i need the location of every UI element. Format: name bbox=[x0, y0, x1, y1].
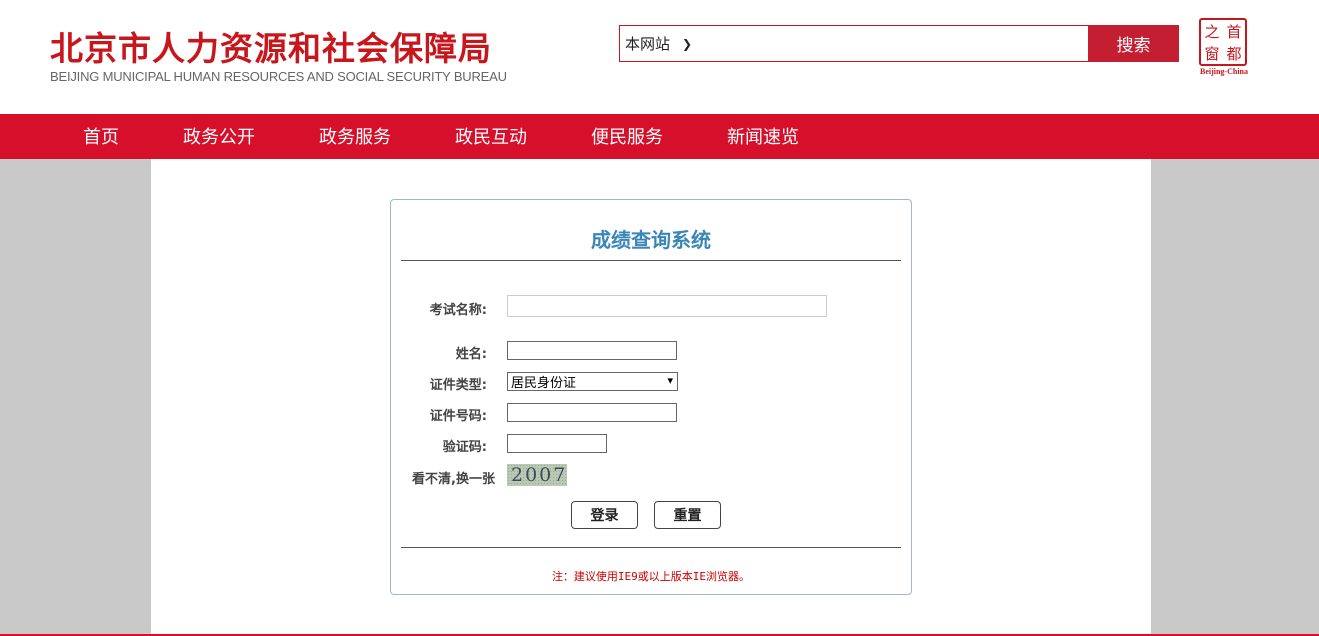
seal-char: 首 bbox=[1226, 22, 1242, 41]
exam-name-label: 考试名称: bbox=[429, 303, 487, 318]
seal-char: 之 bbox=[1204, 22, 1220, 41]
capital-window-seal-logo[interactable]: 之 首 窗 都 Beijing-China bbox=[1196, 18, 1252, 78]
name-field[interactable] bbox=[507, 341, 677, 360]
nav-item-interaction[interactable]: 政民互动 bbox=[455, 114, 527, 159]
search-scope-value: 本网站 bbox=[625, 35, 671, 53]
score-query-panel: 成绩查询系统 考试名称: 姓名: 证件类型: 居民身份证 ▾ 证件号码: 验证码… bbox=[390, 199, 912, 595]
seal-caption: Beijing-China bbox=[1199, 67, 1248, 76]
seal-char: 都 bbox=[1226, 44, 1242, 63]
search-bar: 本网站 ❯ 搜索 bbox=[619, 25, 1179, 62]
id-type-select[interactable]: 居民身份证 ▾ bbox=[507, 372, 678, 391]
nav-item-home[interactable]: 首页 bbox=[83, 114, 119, 159]
site-logo-subtitle: BEIJING MUNICIPAL HUMAN RESOURCES AND SO… bbox=[50, 69, 507, 84]
id-number-label: 证件号码: bbox=[429, 409, 487, 424]
captcha-image-text: 2007 bbox=[511, 464, 567, 486]
divider bbox=[401, 260, 901, 261]
exam-name-field[interactable] bbox=[507, 295, 827, 317]
site-header: 北京市人力资源和社会保障局 BEIJING MUNICIPAL HUMAN RE… bbox=[0, 0, 1319, 114]
captcha-image[interactable]: 2007 bbox=[507, 464, 567, 486]
browser-note: 注：建议使用IE9或以上版本IE浏览器。 bbox=[551, 570, 751, 583]
id-type-value: 居民身份证 bbox=[511, 376, 577, 391]
search-input[interactable] bbox=[712, 26, 1088, 61]
id-type-label: 证件类型: bbox=[429, 378, 487, 393]
search-scope-select[interactable]: 本网站 ❯ bbox=[620, 26, 712, 61]
nav-item-government-services[interactable]: 政务服务 bbox=[319, 114, 391, 159]
nav-item-public-services[interactable]: 便民服务 bbox=[591, 114, 663, 159]
reset-button[interactable]: 重置 bbox=[654, 501, 721, 529]
captcha-refresh-link[interactable]: 看不清,换一张 bbox=[401, 468, 495, 487]
name-label: 姓名: bbox=[455, 347, 487, 362]
chevron-down-icon: ❯ bbox=[682, 36, 693, 51]
divider bbox=[401, 547, 901, 548]
nav-item-government-affairs[interactable]: 政务公开 bbox=[183, 114, 255, 159]
main-nav: 首页 政务公开 政务服务 政民互动 便民服务 新闻速览 bbox=[0, 114, 1319, 159]
login-button[interactable]: 登录 bbox=[571, 501, 638, 529]
seal-char: 窗 bbox=[1204, 44, 1220, 63]
nav-item-news[interactable]: 新闻速览 bbox=[727, 114, 799, 159]
seal-icon: 之 首 窗 都 bbox=[1199, 18, 1247, 66]
id-number-field[interactable] bbox=[507, 403, 677, 422]
chevron-down-icon: ▾ bbox=[667, 374, 673, 387]
panel-title: 成绩查询系统 bbox=[591, 228, 711, 252]
captcha-field[interactable] bbox=[507, 434, 607, 453]
search-button[interactable]: 搜索 bbox=[1088, 25, 1179, 62]
captcha-label: 验证码: bbox=[442, 440, 487, 455]
site-logo-title[interactable]: 北京市人力资源和社会保障局 bbox=[50, 22, 492, 70]
